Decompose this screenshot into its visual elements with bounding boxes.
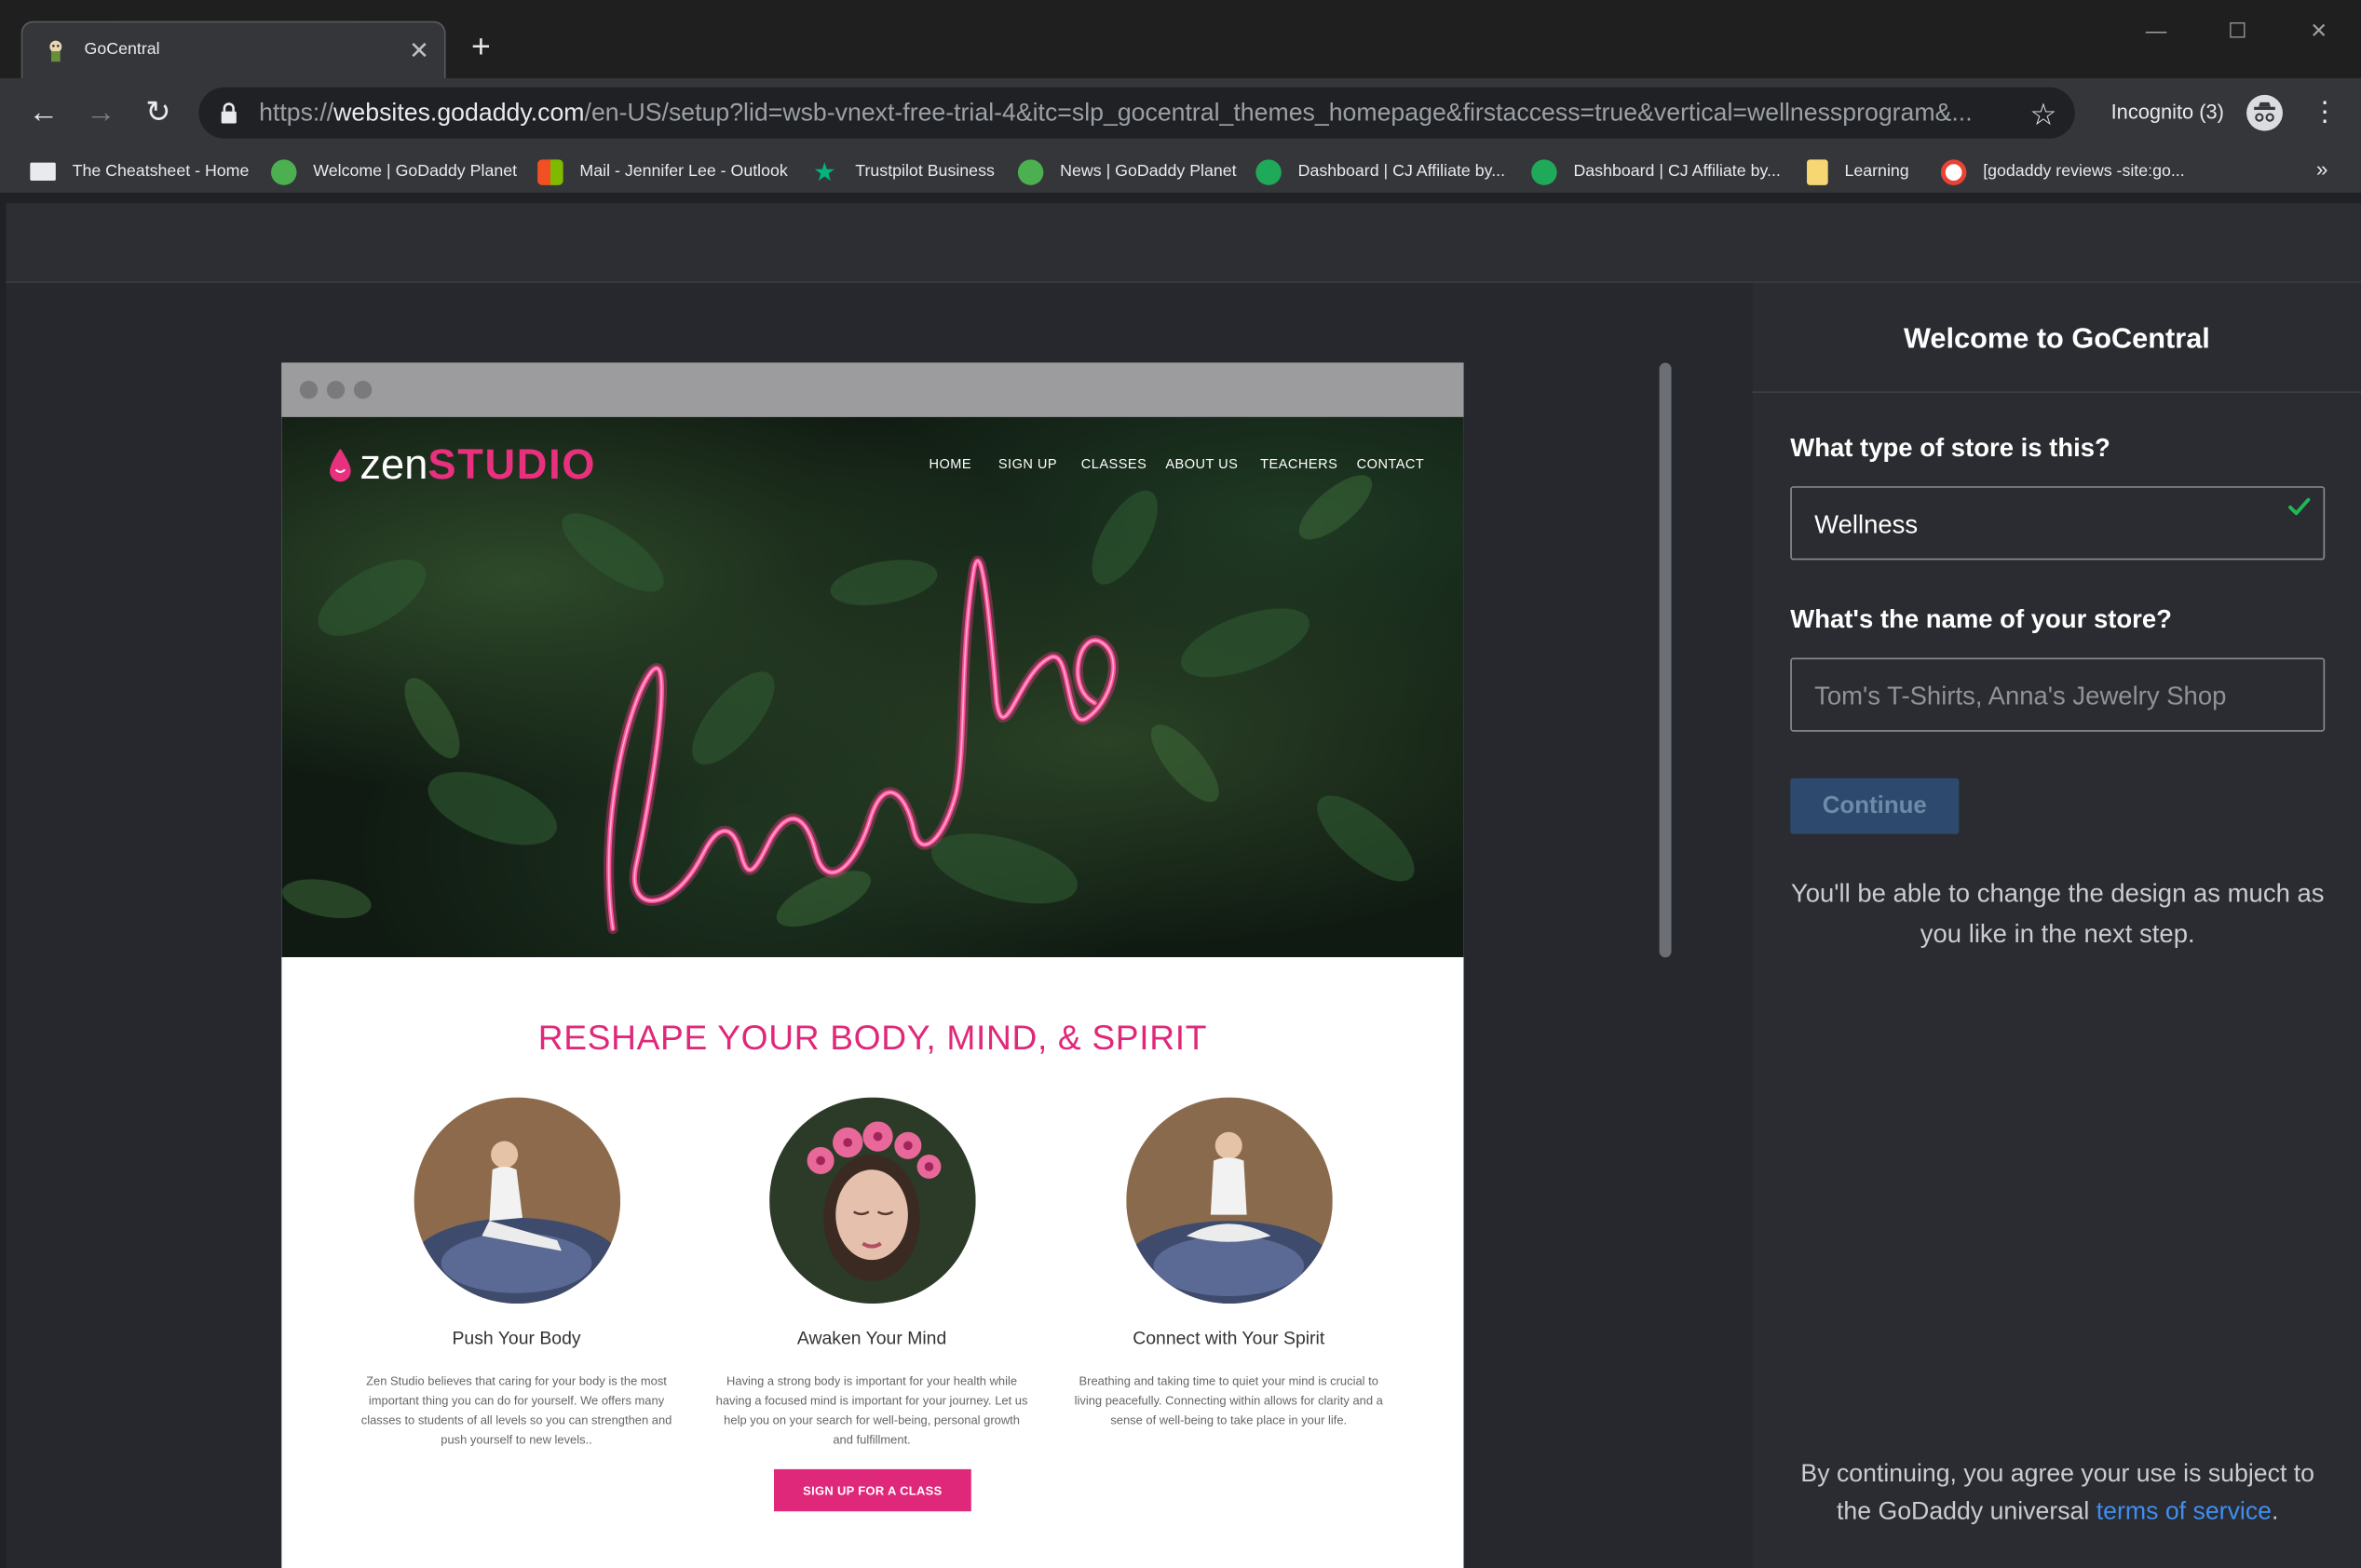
bookmark-item[interactable]: News | GoDaddy Planet [1017, 158, 1237, 185]
globe-icon [271, 158, 297, 185]
top-strip [6, 203, 2361, 282]
feature-title: Awaken Your Mind [796, 1327, 947, 1349]
bookmark-label: Mail - Jennifer Lee - Outlook [579, 162, 788, 182]
site-logo[interactable]: zen STUDIO [327, 441, 596, 490]
cj-icon [1531, 158, 1557, 185]
url-scheme: https:// [259, 99, 334, 127]
incognito-label[interactable]: Incognito (3) [2111, 101, 2224, 123]
bookmark-label: Learning [1844, 162, 1909, 182]
bookmark-label: The Cheatsheet - Home [72, 162, 250, 182]
bookmark-label: News | GoDaddy Planet [1060, 162, 1237, 182]
store-type-value: Wellness [1814, 510, 1919, 539]
window-dot [299, 381, 319, 399]
bookmark-item[interactable]: Dashboard | CJ Affiliate by... [1531, 158, 1781, 185]
site-nav-signup[interactable]: SIGN UP [998, 456, 1057, 471]
site-nav-teachers[interactable]: TEACHERS [1260, 456, 1337, 471]
microsoft-icon [537, 158, 563, 185]
url-host: websites.godaddy.com [333, 99, 585, 127]
site-body: RESHAPE YOUR BODY, MIND, & SPIRIT Push Y… [281, 957, 1464, 1568]
bookmark-label: Dashboard | CJ Affiliate by... [1573, 162, 1781, 182]
minimize-icon[interactable]: — [2120, 3, 2192, 57]
cj-icon [1255, 158, 1282, 185]
bookmark-label: [godaddy reviews -site:go... [1983, 162, 2185, 182]
bookmark-item[interactable]: Learning [1807, 158, 1909, 185]
feature-text: Having a strong body is important for yo… [715, 1374, 1028, 1447]
logo-zen: zen [360, 440, 428, 488]
url-text[interactable]: https://websites.godaddy.com/en-US/setup… [259, 100, 2005, 128]
star-icon: ★ [813, 156, 836, 186]
bookmark-item[interactable]: ★ Trustpilot Business [813, 158, 995, 185]
tab-favicon-icon [49, 40, 62, 62]
menu-icon[interactable]: ⋮ [2312, 96, 2339, 128]
neon-sign-graphic [604, 555, 1119, 935]
feature-text: Zen Studio believes that caring for your… [360, 1374, 672, 1447]
folder-icon [1807, 158, 1828, 185]
bookmark-item[interactable]: The Cheatsheet - Home [30, 158, 249, 185]
window-dot [326, 381, 346, 399]
hero-image: zen STUDIO HOME SIGN UP CLASSES ABOUT US… [281, 416, 1464, 958]
globe-icon [1017, 158, 1044, 185]
tab-close-icon[interactable]: ✕ [409, 36, 429, 66]
site-nav-classes[interactable]: CLASSES [1081, 456, 1147, 471]
browser-toolbar: ← → ↻ https://websites.godaddy.com/en-US… [0, 78, 2361, 148]
bookmark-item[interactable]: Welcome | GoDaddy Planet [271, 158, 517, 185]
feature-title: Connect with Your Spirit [1133, 1327, 1325, 1349]
continue-button[interactable]: Continue [1790, 777, 1960, 834]
setup-panel: Welcome to GoCentral What type of store … [1752, 282, 2361, 1568]
feature-title: Push Your Body [452, 1327, 581, 1349]
incognito-icon[interactable] [2246, 94, 2283, 131]
bookmark-item[interactable]: Dashboard | CJ Affiliate by... [1255, 158, 1505, 185]
flower-crown-photo [769, 1097, 976, 1304]
panel-header: Welcome to GoCentral [1752, 283, 2361, 393]
preview-scrollbar[interactable] [1659, 362, 1672, 958]
bookmark-label: Welcome | GoDaddy Planet [313, 162, 518, 182]
store-name-input[interactable]: Tom's T-Shirts, Anna's Jewelry Shop [1790, 657, 2326, 732]
tab-title: GoCentral [84, 40, 160, 60]
cheatsheet-icon [30, 162, 56, 182]
bookmark-item[interactable]: [godaddy reviews -site:go... [1940, 158, 2185, 185]
terms-suffix: . [2272, 1497, 2279, 1525]
yoga-stretch-photo [414, 1097, 621, 1304]
url-path: /en-US/setup?lid=wsb-vnext-free-trial-4&… [584, 99, 1973, 127]
browser-tab[interactable]: GoCentral ✕ [20, 20, 446, 79]
lock-icon [221, 102, 237, 124]
bookmark-label: Dashboard | CJ Affiliate by... [1297, 162, 1506, 182]
store-name-placeholder: Tom's T-Shirts, Anna's Jewelry Shop [1814, 682, 2227, 711]
site-nav-contact[interactable]: CONTACT [1357, 456, 1425, 471]
maximize-icon[interactable]: ☐ [2202, 3, 2274, 57]
preview-window-chrome [281, 362, 1464, 417]
new-tab-icon[interactable]: + [471, 30, 491, 63]
title-bar: GoCentral ✕ + — ☐ ✕ [0, 0, 2361, 79]
water-drop-icon [330, 448, 351, 482]
back-icon[interactable]: ← [24, 93, 63, 132]
site-nav-about[interactable]: ABOUT US [1165, 456, 1238, 471]
close-window-icon[interactable]: ✕ [2283, 3, 2355, 57]
site-headline: RESHAPE YOUR BODY, MIND, & SPIRIT [537, 1017, 1208, 1057]
theme-preview: zen STUDIO HOME SIGN UP CLASSES ABOUT US… [281, 362, 1464, 1568]
sign-up-class-button[interactable]: SIGN UP FOR A CLASS [773, 1468, 971, 1512]
more-bookmarks-icon[interactable]: » [2316, 156, 2328, 181]
google-icon [1940, 158, 1967, 185]
bookmark-star-icon[interactable]: ☆ [2029, 96, 2056, 133]
terms-of-service-link[interactable]: terms of service [2096, 1498, 2272, 1525]
store-name-label: What's the name of your store? [1790, 604, 2172, 634]
store-type-label: What type of store is this? [1790, 433, 2110, 463]
bookmark-label: Trustpilot Business [855, 162, 995, 182]
window-dot [353, 381, 373, 399]
site-nav-home[interactable]: HOME [929, 456, 972, 471]
check-icon [2288, 497, 2311, 516]
panel-title: Welcome to GoCentral [1903, 323, 2210, 356]
store-type-select[interactable]: Wellness [1790, 486, 2326, 561]
terms-text: By continuing, you agree your use is sub… [1783, 1455, 2332, 1531]
reload-icon[interactable]: ↻ [139, 93, 178, 132]
bookmark-item[interactable]: Mail - Jennifer Lee - Outlook [537, 158, 788, 185]
forward-icon[interactable]: → [81, 93, 120, 132]
address-bar[interactable]: https://websites.godaddy.com/en-US/setup… [198, 87, 2075, 139]
design-note: You'll be able to change the design as m… [1790, 879, 2325, 949]
bookmarks-bar: The Cheatsheet - Home Welcome | GoDaddy … [0, 147, 2361, 193]
feature-text: Breathing and taking time to quiet your … [1074, 1374, 1383, 1427]
meditation-photo [1126, 1097, 1333, 1304]
